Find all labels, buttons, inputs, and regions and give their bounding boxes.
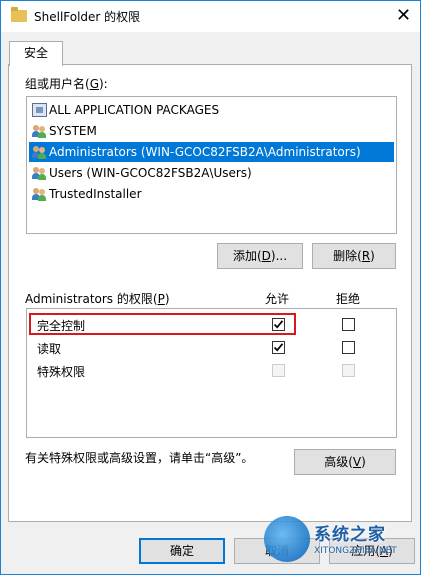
checkmark-icon: [273, 320, 284, 329]
checkmark-icon: [273, 343, 284, 352]
full-control-deny-checkbox[interactable]: [342, 318, 355, 331]
allow-column-header: 允许: [265, 292, 290, 306]
list-item-label: SYSTEM: [49, 124, 97, 138]
list-item[interactable]: Users (WIN-GCOC82FSB2A\Users): [29, 163, 394, 183]
permission-name-full-control: 完全控制: [37, 319, 86, 333]
advanced-button[interactable]: 高级(V): [294, 449, 396, 475]
users-icon: [32, 145, 47, 159]
apply-button[interactable]: 应用(A): [329, 538, 415, 564]
full-control-allow-checkbox[interactable]: [272, 318, 285, 331]
list-item-selected[interactable]: Administrators (WIN-GCOC82FSB2A\Administ…: [29, 142, 394, 162]
list-item-label: Administrators (WIN-GCOC82FSB2A\Administ…: [49, 145, 361, 159]
permissions-dialog: ShellFolder 的权限 ✕ 安全 组或用户名(G): ALL APPLI…: [0, 0, 421, 575]
list-item-label: ALL APPLICATION PACKAGES: [49, 103, 220, 117]
remove-button[interactable]: 删除(R): [312, 243, 396, 269]
list-item[interactable]: SYSTEM: [29, 121, 394, 141]
users-icon: [32, 166, 47, 180]
permission-name-special: 特殊权限: [37, 365, 86, 379]
folder-icon: [11, 7, 27, 22]
permission-name-read: 读取: [37, 342, 62, 356]
user-list[interactable]: ALL APPLICATION PACKAGES SYSTEM Administ…: [26, 96, 397, 234]
advanced-hint-text: 有关特殊权限或高级设置，请单击“高级”。: [25, 451, 254, 465]
special-allow-checkbox: [272, 364, 285, 377]
cancel-button[interactable]: 取消: [234, 538, 320, 564]
package-icon: [32, 103, 47, 117]
deny-column-header: 拒绝: [336, 292, 361, 306]
read-deny-checkbox[interactable]: [342, 341, 355, 354]
window-title: ShellFolder 的权限: [34, 10, 141, 24]
list-item-label: TrustedInstaller: [49, 187, 142, 201]
users-icon: [32, 124, 47, 138]
add-button[interactable]: 添加(D)...: [217, 243, 303, 269]
special-deny-checkbox: [342, 364, 355, 377]
list-item-label: Users (WIN-GCOC82FSB2A\Users): [49, 166, 252, 180]
read-allow-checkbox[interactable]: [272, 341, 285, 354]
ok-button[interactable]: 确定: [139, 538, 225, 564]
tab-security[interactable]: 安全: [9, 41, 63, 66]
users-icon: [32, 187, 47, 201]
list-item[interactable]: TrustedInstaller: [29, 184, 394, 204]
permissions-label: Administrators 的权限(P): [25, 292, 170, 306]
close-button[interactable]: ✕: [387, 1, 420, 31]
group-or-user-label: 组或用户名(G):: [25, 77, 108, 91]
title-bar[interactable]: ShellFolder 的权限 ✕: [1, 1, 420, 32]
list-item[interactable]: ALL APPLICATION PACKAGES: [29, 100, 394, 120]
